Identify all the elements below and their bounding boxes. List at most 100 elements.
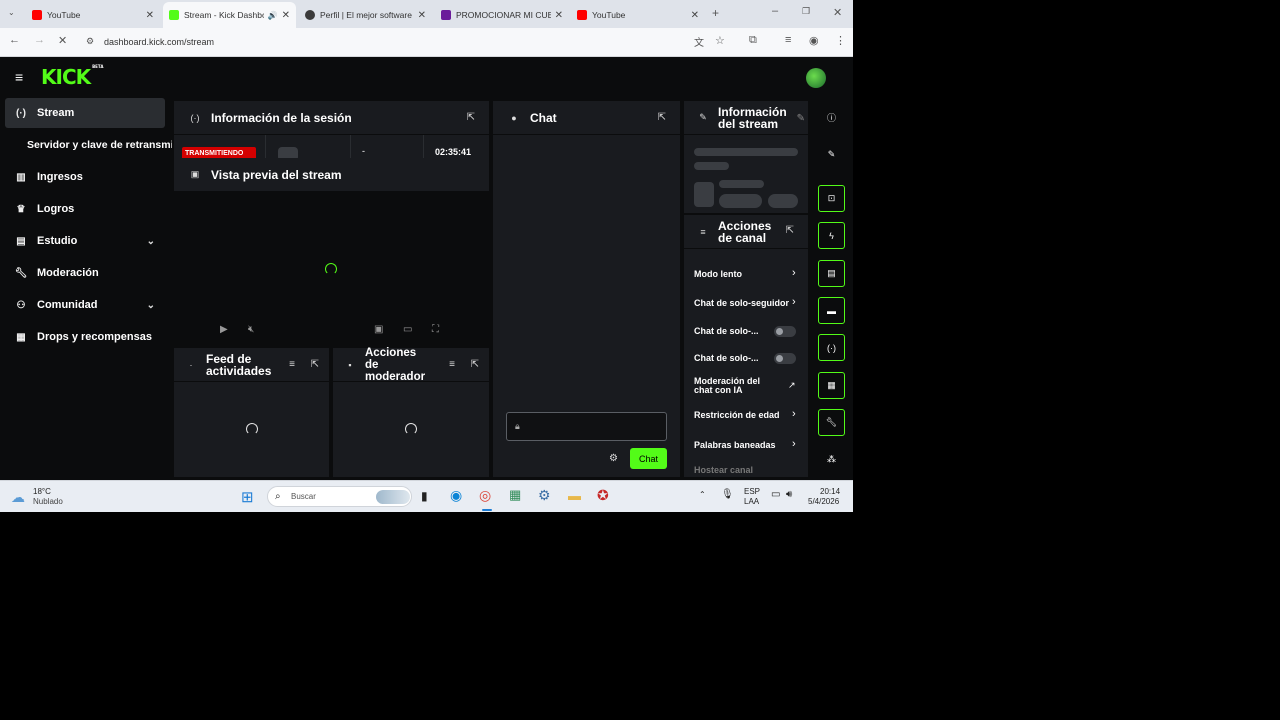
- sidebar-item-server-key[interactable]: Servidor y clave de retransmisión: [5, 130, 172, 160]
- mute-icon[interactable]: 🔇︎: [248, 324, 254, 335]
- sidebar-item-ingresos[interactable]: ▥ Ingresos: [5, 162, 165, 192]
- sidebar-item-comunidad[interactable]: ⚇ Comunidad ⌄: [5, 290, 165, 320]
- chat-settings-gear-icon[interactable]: ⚙: [609, 453, 618, 464]
- community-icon: ⚇: [16, 299, 26, 311]
- host-channel-row[interactable]: Hostear canal: [694, 465, 799, 475]
- more-bubbles-icon[interactable]: ⁂: [818, 446, 845, 473]
- popout-icon[interactable]: ⇱: [467, 112, 475, 123]
- play-icon[interactable]: ▶: [220, 324, 228, 335]
- sidebar-item-label: Estudio: [37, 235, 78, 247]
- activity-feed-header: · Feed de actividades ≡ ⇱: [174, 348, 329, 382]
- scan-icon[interactable]: ⊡: [818, 185, 845, 212]
- translate-icon[interactable]: 文: [694, 34, 704, 49]
- tab-list-chevron-icon[interactable]: ⌄: [8, 8, 15, 17]
- hamburger-menu-icon[interactable]: ≡: [15, 69, 23, 85]
- close-tab-icon[interactable]: ✕: [146, 10, 154, 21]
- close-tab-icon[interactable]: ✕: [691, 10, 699, 21]
- filter-icon[interactable]: ≡: [289, 359, 295, 370]
- popout-icon[interactable]: ⇱: [311, 359, 319, 370]
- site-info-icon[interactable]: ⚙: [86, 36, 94, 47]
- bookmark-star-icon[interactable]: ☆: [715, 34, 725, 47]
- edit-pencil-icon[interactable]: ✎: [818, 141, 845, 168]
- edit-pencil-icon[interactable]: ✎: [797, 113, 805, 124]
- language-code[interactable]: ESP: [744, 487, 760, 496]
- close-tab-icon[interactable]: ✕: [555, 10, 563, 21]
- close-tab-icon[interactable]: ✕: [418, 10, 426, 21]
- edge-browser-icon[interactable]: ◉: [450, 487, 462, 504]
- sidebar-item-stream[interactable]: (·) Stream: [5, 98, 165, 128]
- avatar[interactable]: [806, 68, 826, 88]
- external-link-icon[interactable]: ↗: [788, 380, 796, 391]
- stop-loading-icon[interactable]: ✕: [58, 34, 67, 47]
- taskbar-search[interactable]: ⌕ Buscar: [267, 486, 412, 507]
- theater-mode-icon[interactable]: ▭: [403, 324, 412, 335]
- tab-kick-dashboard[interactable]: Stream - Kick Dashbo 🔊 ✕: [163, 2, 296, 28]
- broadcast-icon[interactable]: (·): [818, 334, 845, 361]
- microphone-icon[interactable]: 🎙︎: [721, 489, 734, 500]
- search-placeholder: Buscar: [291, 492, 316, 501]
- banned-words-row[interactable]: Palabras baneadas: [694, 440, 799, 450]
- wrench-icon: ✎: [699, 112, 707, 122]
- chat-input[interactable]: 🔒︎: [506, 412, 667, 441]
- sidebar-item-drops[interactable]: ▦ Drops y recompensas: [5, 322, 165, 352]
- slow-mode-row[interactable]: Modo lento: [694, 269, 799, 279]
- network-icon[interactable]: ▭: [771, 489, 780, 500]
- back-icon[interactable]: ←: [9, 34, 20, 46]
- new-tab-icon[interactable]: +: [712, 6, 719, 20]
- screen: ⌄ YouTube ✕ Stream - Kick Dashbo 🔊 ✕ Per…: [0, 0, 853, 512]
- filter-icon[interactable]: ≡: [449, 359, 455, 370]
- sidebar-item-moderacion[interactable]: 🔧︎ Moderación: [5, 258, 165, 288]
- tab-promocionar[interactable]: PROMOCIONAR MI CUE ✕: [435, 2, 569, 28]
- clock-time[interactable]: 20:14: [820, 487, 840, 496]
- windows-start-icon[interactable]: ⊞: [241, 488, 254, 506]
- profile-icon[interactable]: ◉: [809, 34, 819, 47]
- notes-icon[interactable]: ▤: [818, 260, 845, 287]
- audio-playing-icon[interactable]: 🔊: [268, 11, 278, 20]
- chat-mode-toggle[interactable]: [774, 326, 796, 337]
- close-tab-icon[interactable]: ✕: [282, 10, 290, 21]
- tab-youtube-2[interactable]: YouTube ✕: [571, 2, 705, 28]
- sidebar-item-logros[interactable]: ♛ Logros: [5, 194, 165, 224]
- popout-icon[interactable]: ⇱: [786, 225, 794, 236]
- kick-logo[interactable]: KICK BETA: [41, 64, 103, 89]
- menu-kebab-icon[interactable]: ⋮: [835, 34, 846, 47]
- extensions-icon[interactable]: ⧉: [749, 34, 757, 47]
- followers-only-row[interactable]: Chat de solo-seguidores: [694, 298, 789, 308]
- weather-temp[interactable]: 18°C: [33, 487, 51, 496]
- tab-perfil[interactable]: Perfil | El mejor software ✕: [299, 2, 432, 28]
- close-window-icon[interactable]: ✕: [833, 6, 842, 19]
- search-highlight-image: [376, 490, 410, 504]
- address-bar[interactable]: ⚙ dashboard.kick.com/stream: [80, 32, 690, 53]
- layout-icon[interactable]: ▦: [818, 372, 845, 399]
- minimize-icon[interactable]: –: [772, 5, 778, 17]
- ai-moderation-row[interactable]: Moderación del chat con IA: [694, 377, 799, 395]
- chat-panel: ● Chat ⇱ 🔒︎ ⚙ Chat: [493, 101, 680, 477]
- fullscreen-icon[interactable]: ⛶: [432, 324, 439, 335]
- tab-youtube-1[interactable]: YouTube ✕: [26, 2, 160, 28]
- chat-bubble-icon[interactable]: ▬: [818, 297, 845, 324]
- popout-icon[interactable]: ⇱: [658, 112, 666, 123]
- title-line: de: [365, 358, 379, 371]
- wrench-icon[interactable]: 🔧︎: [818, 409, 845, 436]
- task-view-icon[interactable]: ▮: [421, 489, 428, 503]
- send-chat-button[interactable]: Chat: [630, 448, 667, 469]
- file-explorer-icon[interactable]: ▬: [568, 488, 581, 503]
- volume-icon[interactable]: 🔊︎: [786, 489, 792, 500]
- age-restriction-row[interactable]: Restricción de edad: [694, 410, 782, 420]
- app-icon[interactable]: ✪: [597, 487, 609, 504]
- popout-icon[interactable]: ⇱: [471, 359, 479, 370]
- sidebar-item-estudio[interactable]: ▤ Estudio ⌄: [5, 226, 165, 256]
- lock-icon: 🔒︎: [515, 421, 520, 431]
- settings-gear-icon[interactable]: ⚙: [538, 487, 551, 504]
- title-line: Acciones: [365, 346, 417, 359]
- media-control-icon[interactable]: ≡: [785, 34, 791, 46]
- restore-icon[interactable]: ❐: [802, 6, 810, 17]
- lightning-icon[interactable]: ϟ: [818, 222, 845, 249]
- forward-icon[interactable]: →: [34, 34, 45, 46]
- picture-in-picture-icon[interactable]: ▣: [374, 324, 383, 335]
- chevron-up-icon[interactable]: ⌃: [699, 490, 706, 499]
- info-icon[interactable]: ⓘ: [818, 104, 845, 131]
- store-app-icon[interactable]: ▦: [509, 487, 521, 503]
- chrome-browser-icon[interactable]: ◎: [479, 487, 491, 504]
- chat-mode-toggle[interactable]: [774, 353, 796, 364]
